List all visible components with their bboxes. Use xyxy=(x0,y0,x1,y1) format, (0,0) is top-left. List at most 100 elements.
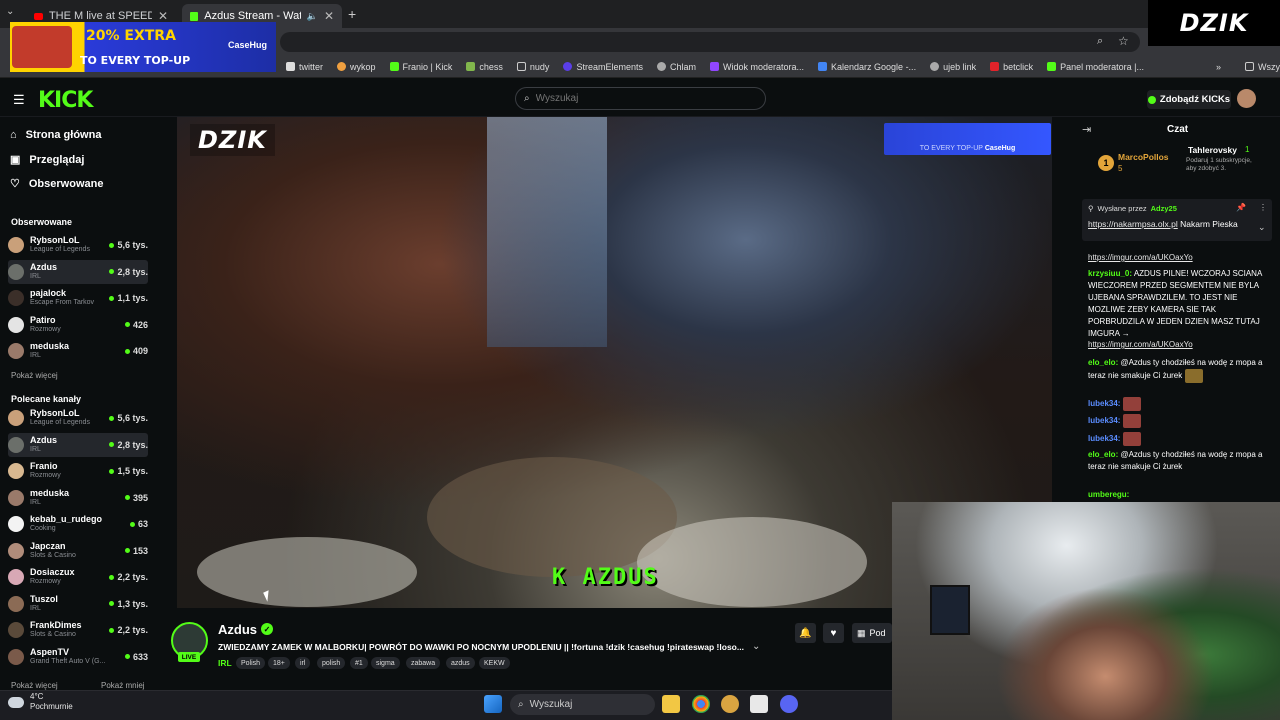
url-field[interactable] xyxy=(280,32,1140,52)
new-tab-button[interactable]: + xyxy=(348,6,356,22)
live-badge: LIVE xyxy=(178,652,200,662)
discord-icon[interactable] xyxy=(780,695,798,713)
chat-message: https://imgur.com/a/UKOaxYo xyxy=(1088,340,1193,349)
stream-category[interactable]: IRL xyxy=(218,658,232,668)
tag-chip[interactable]: Polish xyxy=(236,657,266,669)
avatar xyxy=(8,516,24,532)
channel-item-aspentv[interactable]: AspenTV Grand Theft Auto V (G... 633 xyxy=(8,645,148,669)
tag-chip[interactable]: KEKW xyxy=(479,657,510,669)
soup-bowl xyxy=(637,517,867,607)
tag-chip[interactable]: irl xyxy=(295,657,311,669)
speaker-icon[interactable]: 🔈 xyxy=(307,11,318,22)
avatar xyxy=(8,436,24,453)
channel-item-franio[interactable]: Franio Rozmowy 1,5 tys. xyxy=(8,459,148,483)
bookmarks-more-button[interactable]: » xyxy=(1216,62,1221,72)
channel-item-meduska[interactable]: meduska IRL 395 xyxy=(8,486,148,510)
browse-icon: ▣ xyxy=(10,154,21,166)
top-gifter-name[interactable]: MarcoPollos xyxy=(1118,152,1169,162)
show-more-followed[interactable]: Pokaż więcej xyxy=(11,371,58,380)
ad-subline: TO EVERY TOP-UP xyxy=(80,54,191,67)
channel-item-rybsonlol[interactable]: RybsonLoL League of Legends 5,6 tys. xyxy=(8,406,148,430)
channel-item-patiro[interactable]: Patiro Rozmowy 426 xyxy=(8,313,148,337)
search-icon: ⌕ xyxy=(518,699,524,710)
chrome-icon[interactable] xyxy=(692,695,710,713)
channel-category: Rozmowy xyxy=(30,578,61,585)
weather-widget[interactable]: 4°C Pochmurnie xyxy=(8,692,73,712)
channel-meta: Dosiaczux Rozmowy xyxy=(30,567,75,587)
user-avatar[interactable] xyxy=(1237,89,1256,108)
notification-bell-button[interactable]: 🔔 xyxy=(795,623,816,643)
streamer-name[interactable]: Azdus xyxy=(218,622,257,637)
all-bookmarks-button[interactable]: Wszystkie zakładki xyxy=(1245,62,1280,72)
top-sub-count: 1 xyxy=(1245,145,1250,154)
chat-message: lubek34: xyxy=(1088,432,1270,446)
emote-icon xyxy=(1122,432,1141,446)
show-less-recommended[interactable]: Pokaż mniej xyxy=(101,681,145,690)
subscribe-button[interactable]: ▦ Pod xyxy=(852,623,892,643)
bookmark-franio[interactable]: Franio | Kick xyxy=(389,62,452,72)
channel-item-azdus[interactable]: Azdus IRL 2,8 tys. xyxy=(8,432,148,457)
nav-home[interactable]: ⌂ Strona główna xyxy=(10,129,101,141)
bookmark-betclick[interactable]: betclick xyxy=(990,62,1033,72)
bookmark-widok-moderatora[interactable]: Widok moderatora... xyxy=(709,62,804,72)
nav-browse[interactable]: ▣ Przeglądaj xyxy=(10,153,84,167)
tag-chip[interactable]: sigma xyxy=(371,657,400,669)
live-dot-icon xyxy=(109,295,115,301)
kick-logo[interactable]: KICK xyxy=(38,88,93,113)
collapse-chat-icon[interactable]: ⇥ xyxy=(1082,123,1091,136)
bookmark-panel-moderatora[interactable]: Panel moderatora |... xyxy=(1047,62,1144,72)
app-icon[interactable] xyxy=(750,695,768,713)
channel-category: IRL xyxy=(30,272,41,280)
get-kicks-button[interactable]: Zdobądź KICKs xyxy=(1147,90,1231,109)
chevron-down-icon[interactable]: ⌄ xyxy=(752,641,760,652)
bookmark-twitter[interactable]: twitter xyxy=(286,62,323,72)
zoom-icon[interactable]: ⌕ xyxy=(1097,35,1103,48)
avatar xyxy=(8,316,24,333)
bookmark-nudy[interactable]: nudy xyxy=(516,62,549,72)
tag-chip[interactable]: polish xyxy=(317,657,346,669)
follow-button[interactable]: ♥ xyxy=(823,623,844,643)
tab-search-icon[interactable]: ⌄ xyxy=(6,6,14,17)
bookmark-kalendarz[interactable]: Kalendarz Google -... xyxy=(818,62,916,72)
bookmark-streamelements[interactable]: StreamElements xyxy=(563,62,643,72)
close-icon[interactable]: ✕ xyxy=(158,9,168,23)
bookmark-ujeb-link[interactable]: ujeb link xyxy=(930,62,976,72)
betclick-icon xyxy=(990,62,1000,71)
chevron-down-icon[interactable]: ⌄ xyxy=(1258,222,1266,233)
viewer-count: 1,5 tys. xyxy=(109,466,148,476)
nav-following[interactable]: ♡ Obserwowane xyxy=(10,177,103,191)
bookmark-chlam[interactable]: Chlam xyxy=(656,62,696,72)
tag-chip[interactable]: 18+ xyxy=(268,657,290,669)
channel-item-dosiaczux[interactable]: Dosiaczux Rozmowy 2,2 tys. xyxy=(8,565,148,589)
channel-item-frankdimes[interactable]: FrankDimes Slots & Casino 2,2 tys. xyxy=(8,618,148,642)
windows-start-icon[interactable] xyxy=(484,695,502,713)
bookmark-wykop[interactable]: wykop xyxy=(337,62,376,72)
app-icon[interactable] xyxy=(721,695,739,713)
more-options-icon[interactable]: ⋮ xyxy=(1259,203,1267,212)
show-more-recommended[interactable]: Pokaż więcej xyxy=(11,681,58,690)
kick-icon xyxy=(389,62,399,71)
live-dot-icon xyxy=(124,348,130,354)
bookmark-chess[interactable]: chess xyxy=(466,62,503,72)
hamburger-menu-icon[interactable]: ☰ xyxy=(13,92,25,108)
channel-item-rybsonlol[interactable]: RybsonLoL League of Legends 5,6 tys. xyxy=(8,233,148,257)
file-explorer-icon[interactable] xyxy=(662,695,680,713)
channel-meta: Azdus IRL xyxy=(30,262,57,282)
chat-message: krzysiuu_0: AZDUS PILNE! WCZORAJ SCIANA … xyxy=(1088,269,1262,338)
tag-chip[interactable]: azdus xyxy=(446,657,475,669)
channel-item-azdus[interactable]: Azdus IRL 2,8 tys. xyxy=(8,259,148,284)
star-icon[interactable]: ☆ xyxy=(1118,34,1129,48)
channel-item-kebab_u_rudego[interactable]: kebab_u_rudego Cooking 63 xyxy=(8,512,148,536)
tag-chip[interactable]: #1 xyxy=(350,657,368,669)
search-input[interactable] xyxy=(535,93,736,104)
close-icon[interactable]: ✕ xyxy=(324,9,334,23)
top-sub-name[interactable]: Tahlerovsky xyxy=(1188,145,1237,155)
channel-item-meduska[interactable]: meduska IRL 409 xyxy=(8,339,148,363)
channel-item-tuszol[interactable]: Tuszol IRL 1,3 tys. xyxy=(8,592,148,616)
tag-chip[interactable]: zabawa xyxy=(406,657,441,669)
channel-item-japczan[interactable]: Japczan Slots & Casino 153 xyxy=(8,539,148,563)
search-box[interactable]: ⌕ xyxy=(515,87,766,110)
channel-item-pajalock[interactable]: pajalock Escape From Tarkov 1,1 tys. xyxy=(8,286,148,310)
pin-icon[interactable]: 📌 xyxy=(1236,203,1246,212)
taskbar-search[interactable]: ⌕ Wyszukaj xyxy=(510,694,655,715)
